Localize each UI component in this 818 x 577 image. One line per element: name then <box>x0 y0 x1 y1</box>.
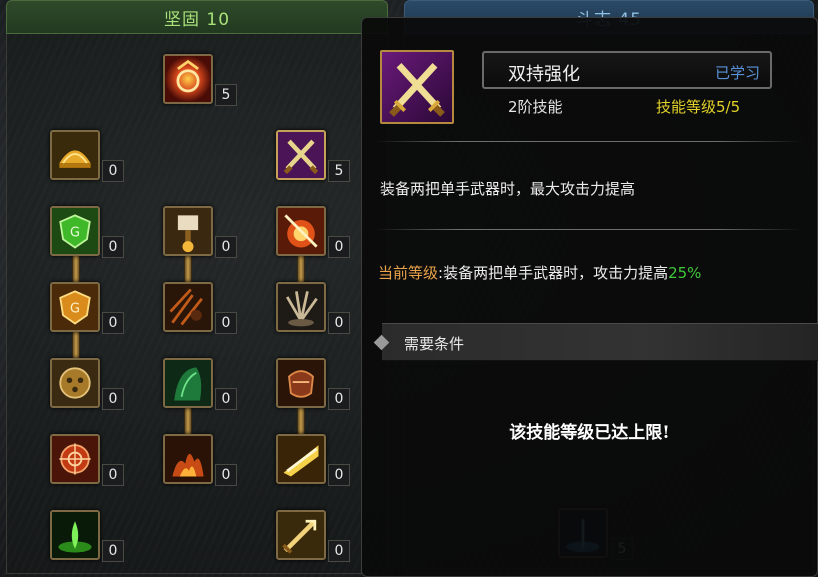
skill-name-box: 双持强化 已学习 <box>482 51 772 89</box>
skill-level: 0 <box>215 464 237 486</box>
current-level-value: 25% <box>668 264 702 282</box>
current-level-label: 当前等级 <box>378 264 439 282</box>
skill-bronze-gauntlet-icon[interactable] <box>276 358 326 408</box>
requirements-label: 需要条件 <box>404 335 465 353</box>
skill-level: 0 <box>215 236 237 258</box>
skill-level: 0 <box>102 464 124 486</box>
skill-fire-slash-icon[interactable] <box>276 206 326 256</box>
dual-wield-icon <box>380 50 454 124</box>
skill-green-hood-icon[interactable] <box>163 358 213 408</box>
skill-golden-shield-icon[interactable]: G <box>50 282 100 332</box>
skill-sword-thrust-icon[interactable] <box>276 510 326 560</box>
divider <box>374 141 802 142</box>
skill-level: 0 <box>102 236 124 258</box>
skill-level: 0 <box>328 464 350 486</box>
tree-connector <box>72 255 80 283</box>
skill-shadow-blades-icon[interactable] <box>163 282 213 332</box>
max-level-message: 该技能等级已达上限! <box>509 423 670 443</box>
diamond-icon <box>373 334 390 351</box>
skill-level: 0 <box>328 236 350 258</box>
current-level-text: :装备两把单手武器时，攻击力提高 <box>438 264 669 282</box>
skill-level: 0 <box>328 388 350 410</box>
skill-tooltip: 双持强化 已学习 2阶技能 技能等级5/5 装备两把单手武器时，最大攻击力提高 … <box>361 17 818 577</box>
divider <box>374 229 802 230</box>
svg-text:G: G <box>70 302 80 317</box>
skill-level: 0 <box>328 540 350 562</box>
current-level-effect: 当前等级:装备两把单手武器时，攻击力提高25% <box>378 262 701 283</box>
skill-dual-wield-icon[interactable] <box>276 130 326 180</box>
skill-level: 0 <box>328 312 350 334</box>
skill-tier: 2阶技能 <box>508 98 563 116</box>
tree-connector <box>72 331 80 359</box>
skill-level: 0 <box>102 312 124 334</box>
skill-description: 装备两把单手武器时，最大攻击力提高 <box>380 180 636 198</box>
tab-fortitude-label: 坚固 10 <box>163 9 231 30</box>
skill-name: 双持强化 <box>508 64 580 85</box>
skill-stone-armor-icon[interactable] <box>50 358 100 408</box>
tree-connector <box>184 407 192 435</box>
skill-level: 0 <box>102 160 124 182</box>
skill-level: 5 <box>215 84 237 106</box>
skill-level-readout: 技能等级5/5 <box>656 98 741 116</box>
skill-light-beam-icon[interactable] <box>276 434 326 484</box>
skill-hammer-strike-icon[interactable] <box>163 206 213 256</box>
svg-text:G: G <box>70 226 80 241</box>
learned-status: 已学习 <box>714 64 760 82</box>
skill-level: 5 <box>328 160 350 182</box>
tree-connector <box>184 255 192 283</box>
skill-level: 0 <box>102 388 124 410</box>
skill-level: 0 <box>215 388 237 410</box>
skill-green-aura-icon[interactable] <box>50 510 100 560</box>
tab-fortitude[interactable]: 坚固 10 <box>6 0 388 34</box>
skill-level: 0 <box>215 312 237 334</box>
requirements-bar: 需要条件 <box>373 323 818 361</box>
skill-target-rune-icon[interactable] <box>50 434 100 484</box>
skill-flame-roar-icon[interactable] <box>163 434 213 484</box>
skill-flame-crest-icon[interactable] <box>163 54 213 104</box>
skill-golden-shell-icon[interactable] <box>50 130 100 180</box>
skill-level: 0 <box>102 540 124 562</box>
tree-connector <box>297 255 305 283</box>
skill-green-shield-icon[interactable]: G <box>50 206 100 256</box>
skill-dark-burst-icon[interactable] <box>276 282 326 332</box>
tree-connector <box>297 407 305 435</box>
